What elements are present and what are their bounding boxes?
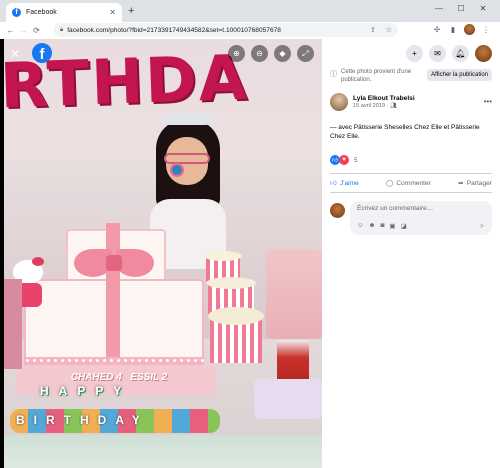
url-text[interactable]: facebook.com/photo/?fbid=217339174943458… [67,27,362,34]
facebook-logo-icon[interactable]: f [32,43,52,63]
bookmark-star-icon[interactable]: ☆ [386,27,392,34]
side-panel-icon[interactable]: ▮ [445,25,461,34]
close-window-button[interactable]: ✕ [472,4,494,13]
info-icon: ⓘ [330,71,337,78]
address-bar[interactable]: 🔒︎ facebook.com/photo/?fbid=217339174943… [54,23,398,37]
profile-avatar[interactable] [464,24,475,35]
zoom-out-icon[interactable]: ⊖ [251,45,268,62]
tag-icon[interactable]: ◆ [274,45,291,62]
reaction-summary[interactable]: 👍︎ ♥ 5 [330,155,492,166]
share-page-icon[interactable]: ⇪ [370,27,376,34]
account-avatar[interactable] [475,44,492,62]
browser-tab-facebook[interactable]: f Facebook ✕ [6,3,122,22]
like-button[interactable]: 👍︎ J'aime [330,179,359,188]
post-text: — avec Pâtisserie Sheselles Chez Elle et… [330,123,480,141]
fullscreen-icon[interactable]: ⤢ [297,45,314,62]
emoji-icon[interactable]: ☻ [369,222,376,230]
browser-toolbar: ← → ⟳ 🔒︎ facebook.com/photo/?fbid=217339… [0,22,500,39]
extensions-icon[interactable]: ✣ [429,25,445,34]
send-icon[interactable]: ➤ [479,222,485,230]
thumbs-up-icon: 👍︎ [330,180,337,188]
minimize-button[interactable]: — [428,4,450,13]
tab-close-icon[interactable]: ✕ [109,8,116,17]
post-date[interactable]: 15 avril 2019 · 👥︎ [353,103,415,109]
viewer-tools: ⊕ ⊖ ◆ ⤢ [228,45,314,62]
post-header: Lyla Elkout Trabelsi 15 avril 2019 · 👥︎ … [330,92,492,111]
camera-icon[interactable]: ◙ [380,222,384,230]
comment-button[interactable]: ◯ Commenter [386,179,431,188]
comment-input[interactable]: Écrivez un commentaire… ☺ ☻ ◙ ▣ ◪ ➤ [350,201,492,236]
comment-bubble-icon: ◯ [386,180,394,188]
photo-image: RTHDA CHAHED 4 ESSIL 2 HAPPY BIRTHDAY [4,39,322,468]
tab-strip: f Facebook ✕ + — ☐ ✕ [0,0,500,22]
birthday-cupcakes: BIRTHDAY [10,409,220,433]
friends-audience-icon: 👥︎ [390,102,398,109]
maximize-button[interactable]: ☐ [450,4,472,13]
photo-source-notice: ⓘ Cette photo provient d'une publication… [330,69,492,85]
love-reaction-icon: ♥ [339,155,349,166]
commenter-avatar[interactable] [330,203,345,219]
happy-cupcakes: HAPPY [34,384,194,404]
reaction-count: 5 [354,156,358,164]
comment-placeholder[interactable]: Écrivez un commentaire… [357,205,485,212]
panel-header: + ✉ 🔔︎ [322,39,500,67]
back-button[interactable]: ← [4,26,17,35]
notice-text: Cette photo provient d'une publication. [341,69,412,83]
zoom-in-icon[interactable]: ⊕ [228,45,245,62]
create-plus-icon[interactable]: + [406,44,423,62]
author-avatar[interactable] [330,92,348,111]
comment-composer: Écrivez un commentaire… ☺ ☻ ◙ ▣ ◪ ➤ [330,201,492,236]
lock-icon[interactable]: 🔒︎ [60,27,63,34]
birthday-letters: BIRTHDAY [16,413,149,427]
close-viewer-icon[interactable]: ✕ [10,47,20,61]
more-options-icon[interactable]: ••• [484,97,492,106]
share-button[interactable]: ➦ Partager [458,179,492,188]
post-actions: 👍︎ J'aime ◯ Commenter ➦ Partager [330,173,492,194]
forward-button[interactable]: → [17,26,30,35]
new-tab-button[interactable]: + [128,5,134,17]
reload-button[interactable]: ⟳ [30,26,43,35]
post-side-panel: + ✉ 🔔︎ ⓘ Cette photo provient d'une publ… [322,39,500,468]
sticker-icon[interactable]: ◪ [401,222,407,230]
browser-menu-icon[interactable]: ⋮ [478,25,494,34]
window-controls: — ☐ ✕ [428,4,494,13]
share-arrow-icon: ➦ [458,180,464,188]
popcorn-boxes [204,251,266,367]
facebook-favicon-icon: f [12,8,21,17]
cake-names: CHAHED 4 ESSIL 2 [70,372,168,383]
tab-title: Facebook [26,9,57,16]
author-name[interactable]: Lyla Elkout Trabelsi [353,95,415,102]
view-post-button[interactable]: Afficher la publication [427,69,492,81]
avatar-sticker-icon[interactable]: ☺ [357,222,364,230]
notifications-bell-icon[interactable]: 🔔︎ [452,44,469,62]
messenger-icon[interactable]: ✉ [429,44,446,62]
gif-icon[interactable]: ▣ [389,222,395,230]
birthday-cake: CHAHED 4 ESSIL 2 [16,223,216,395]
happy-letters: HAPPY [40,384,132,398]
photo-viewer: RTHDA CHAHED 4 ESSIL 2 HAPPY BIRTHDAY ✕ … [0,39,322,468]
